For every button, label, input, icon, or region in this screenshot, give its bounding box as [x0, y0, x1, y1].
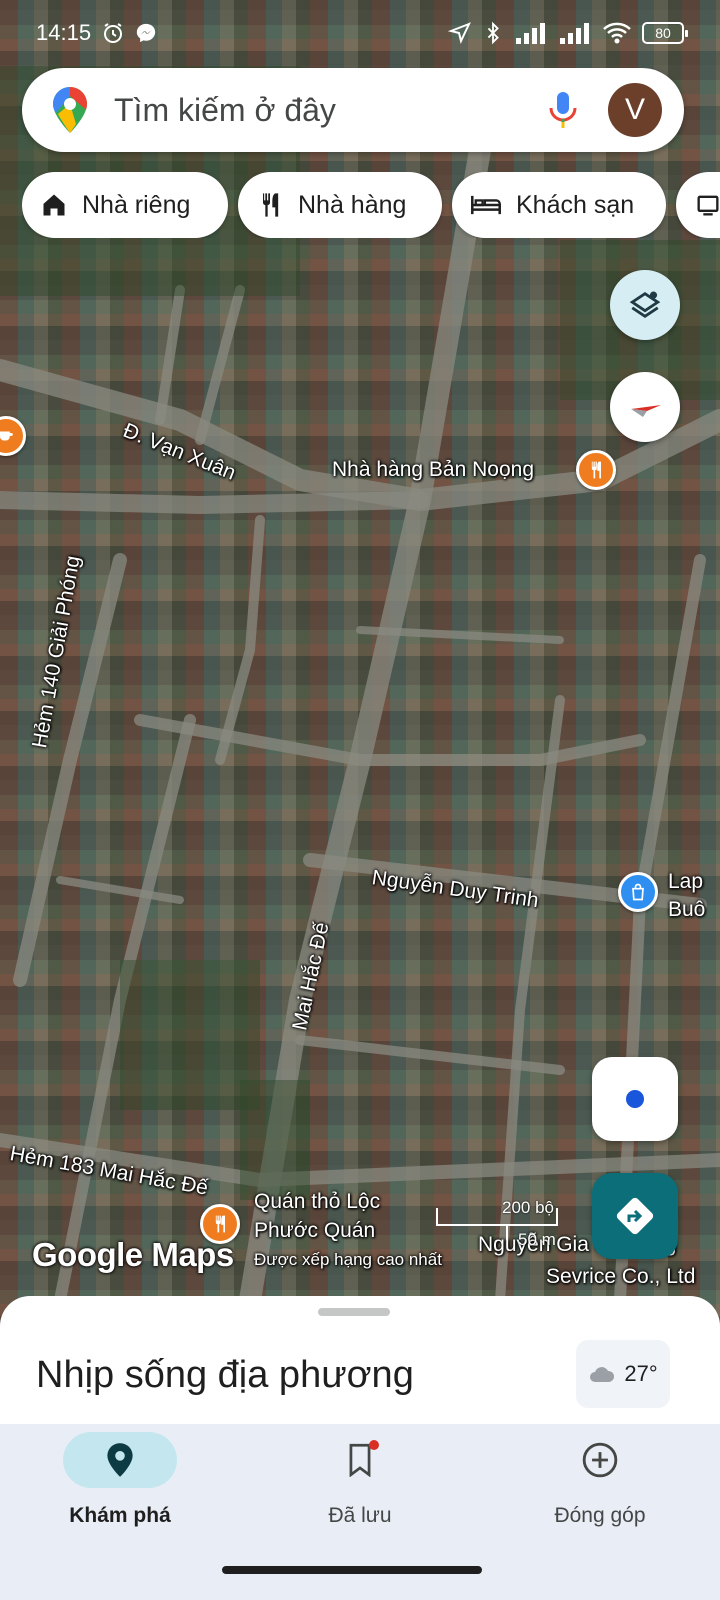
- chip-home-label: Nhà riêng: [82, 190, 191, 219]
- sheet-drag-handle[interactable]: [318, 1308, 390, 1316]
- nav-saved-label: Đã lưu: [328, 1504, 392, 1527]
- layers-button[interactable]: [610, 270, 680, 340]
- directions-button[interactable]: [592, 1173, 678, 1259]
- chip-restaurant[interactable]: Nhà hàng: [238, 172, 442, 238]
- weather-temperature: 27°: [624, 1361, 658, 1386]
- compass-icon: [631, 405, 661, 417]
- home-gesture-bar[interactable]: [222, 1566, 482, 1574]
- layers-icon: [629, 291, 661, 319]
- chip-home[interactable]: Nhà riêng: [22, 172, 228, 238]
- nav-explore[interactable]: Khám phá: [0, 1424, 240, 1544]
- bluetooth-icon: [487, 21, 499, 45]
- store-icon: [697, 195, 719, 216]
- search-bar[interactable]: Tìm kiếm ở đây V: [22, 68, 684, 152]
- location-arrow-icon: [448, 22, 471, 44]
- saved-badge-dot: [369, 1440, 379, 1450]
- poi-label-quan-tho-line2: Phước Quán: [254, 1219, 376, 1242]
- chip-restaurant-label: Nhà hàng: [298, 190, 407, 219]
- status-time: 14:15: [36, 20, 92, 45]
- wifi-icon: [603, 22, 631, 44]
- nav-saved[interactable]: Đã lưu: [240, 1424, 480, 1544]
- compass-button[interactable]: [610, 372, 680, 442]
- microphone-icon[interactable]: [548, 90, 578, 130]
- explore-bottom-sheet[interactable]: Nhịp sống địa phương 27°: [0, 1296, 720, 1436]
- add-circle-icon: [582, 1442, 618, 1478]
- google-maps-pin-icon: [53, 87, 87, 133]
- search-input[interactable]: Tìm kiếm ở đây: [114, 92, 548, 129]
- bottom-navigation: Khám phá Đã lưu Đóng góp: [0, 1424, 720, 1544]
- location-pin-icon: [107, 1443, 133, 1477]
- restaurant-icon: [263, 193, 279, 217]
- weather-chip[interactable]: 27°: [576, 1340, 670, 1408]
- google-maps-logo: Google Maps: [32, 1236, 234, 1273]
- poi-label-ban-noong[interactable]: Nhà hàng Bản Noọng: [332, 458, 534, 482]
- signal-icon-2: [560, 23, 589, 44]
- battery-level: 80: [655, 25, 671, 41]
- chip-more[interactable]: [676, 172, 720, 238]
- nav-contribute[interactable]: Đóng góp: [480, 1424, 720, 1544]
- poi-label-quan-tho-line1: Quán thỏ Lộc: [254, 1190, 381, 1213]
- nav-contribute-label: Đóng góp: [554, 1504, 646, 1527]
- poi-label-company-line2: Sevrice Co., Ltd: [546, 1265, 696, 1288]
- avatar[interactable]: V: [608, 83, 662, 137]
- scale-label-top: 200 bộ: [502, 1198, 554, 1217]
- chip-hotel-label: Khách sạn: [516, 190, 635, 219]
- restaurant-icon: [591, 461, 601, 479]
- gesture-area: [0, 1544, 720, 1600]
- shopping-poi-pin[interactable]: [618, 872, 658, 912]
- shopping-bag-icon: [632, 883, 644, 901]
- poi-label-quan-tho[interactable]: Quán thỏ Lộc Phước Quán Được xếp hạng ca…: [254, 1188, 442, 1274]
- map-scale: 200 bộ 50 m: [436, 1198, 566, 1258]
- alarm-icon: [104, 23, 123, 43]
- poi-label-lap-line1: Lap: [668, 870, 704, 893]
- poi-label-lap-line2: Buô: [668, 898, 706, 921]
- directions-icon: [616, 1197, 654, 1235]
- battery-indicator: 80: [642, 22, 688, 44]
- restaurant-poi-pin[interactable]: [576, 450, 616, 490]
- status-bar: 14:15 80: [0, 0, 720, 66]
- hotel-icon: [471, 195, 501, 215]
- scale-label-bottom: 50 m: [518, 1230, 556, 1249]
- cloud-icon: [590, 1367, 615, 1382]
- signal-icon: [516, 23, 545, 44]
- home-icon: [43, 194, 65, 216]
- poi-label-quan-tho-sub: Được xếp hạng cao nhất: [254, 1250, 442, 1269]
- my-location-button[interactable]: [592, 1057, 678, 1141]
- nav-explore-label: Khám phá: [69, 1504, 171, 1527]
- messenger-icon: [136, 23, 156, 43]
- poi-label-lap[interactable]: Lap Buô: [668, 868, 705, 924]
- restaurant-icon: [215, 1215, 225, 1233]
- my-location-icon: [626, 1090, 644, 1108]
- coffee-icon: [0, 431, 13, 441]
- sheet-title: Nhịp sống địa phương: [36, 1354, 414, 1396]
- chip-hotel[interactable]: Khách sạn: [452, 172, 666, 238]
- category-chips: Nhà riêng Nhà hàng Khách sạn: [22, 172, 720, 238]
